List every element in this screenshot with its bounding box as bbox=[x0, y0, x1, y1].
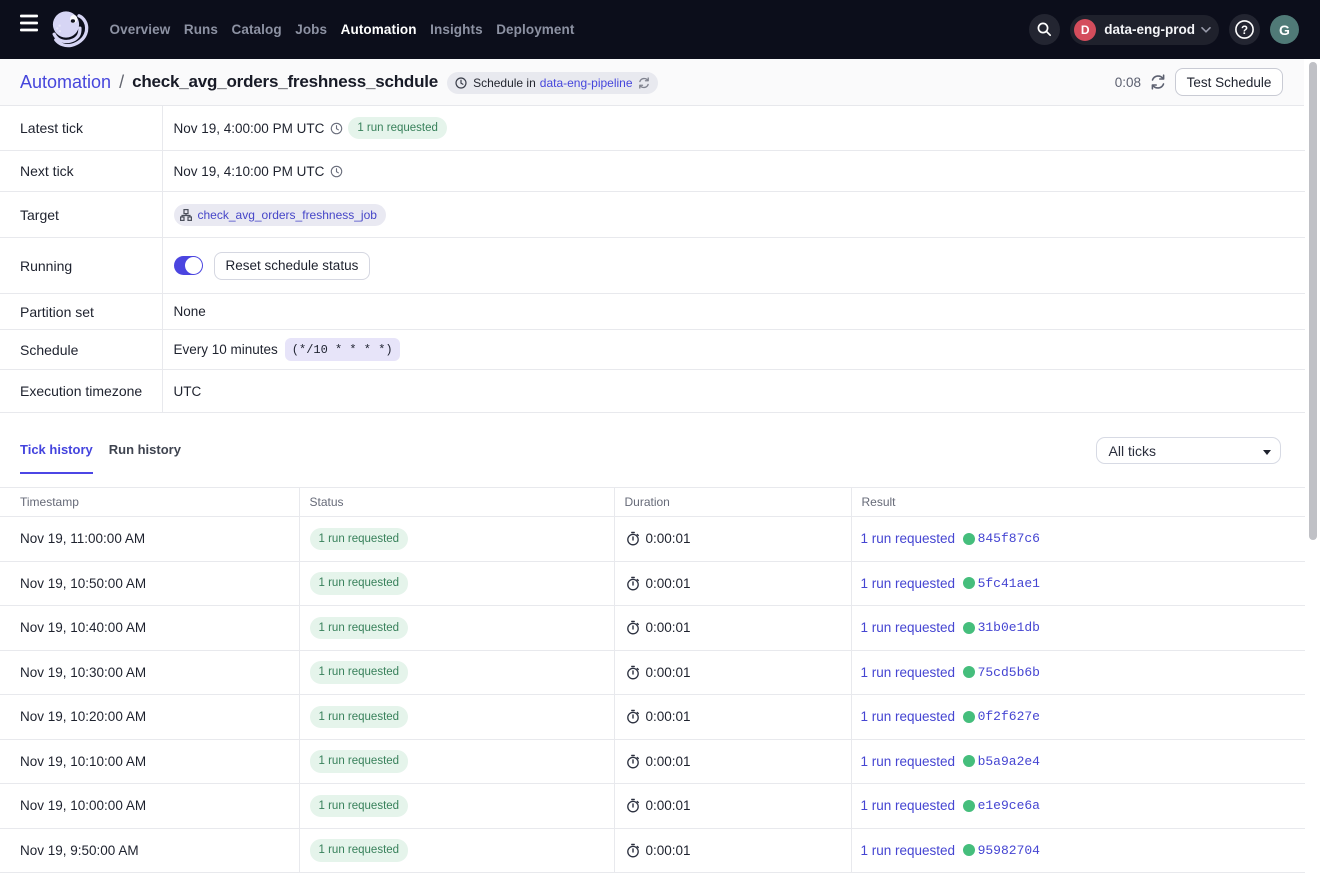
svg-text:?: ? bbox=[1241, 25, 1248, 37]
